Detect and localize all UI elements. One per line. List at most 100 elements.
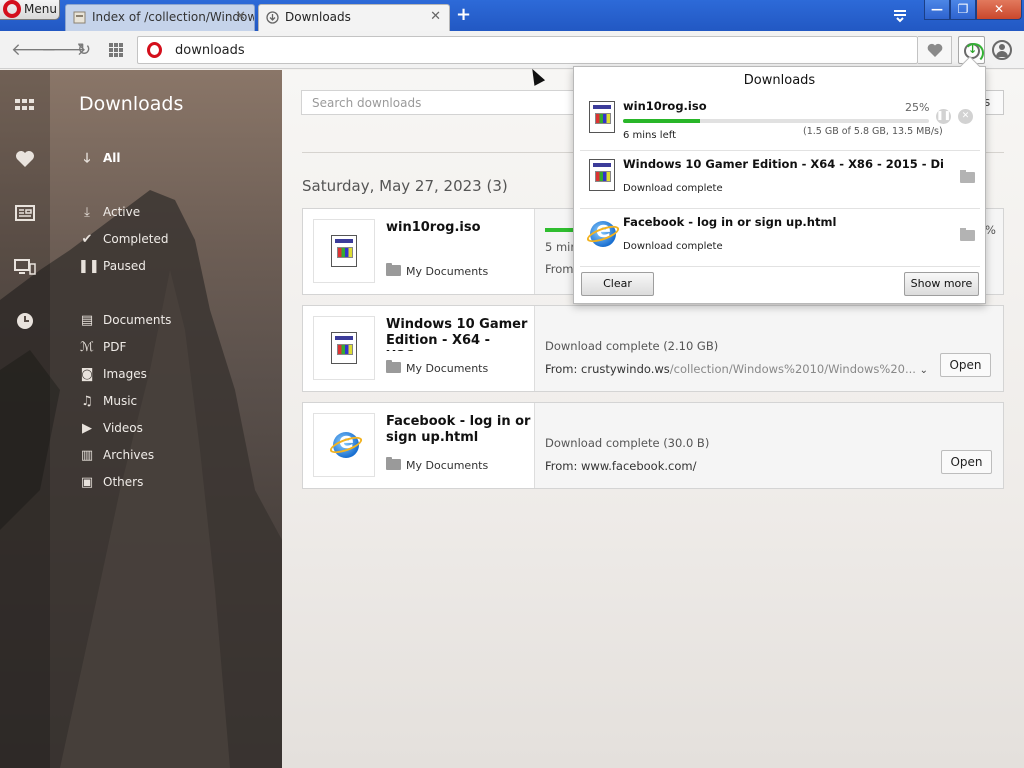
clear-button[interactable]: Clear bbox=[581, 272, 654, 296]
download-card-facebook: Facebook - log in or sign up.html My Doc… bbox=[302, 402, 1004, 489]
speed-dial-icon[interactable] bbox=[14, 96, 36, 114]
arrow-down-icon: 🡓 bbox=[83, 151, 91, 166]
filter-completed[interactable]: ✔ Completed bbox=[78, 230, 169, 248]
minimize-button[interactable]: — bbox=[924, 0, 950, 20]
date-heading: Saturday, May 27, 2023 (3) bbox=[302, 177, 508, 195]
show-in-folder-link[interactable]: My Documents bbox=[386, 360, 488, 375]
tab-downloads[interactable]: Downloads ✕ bbox=[258, 4, 450, 31]
type-label: Documents bbox=[103, 313, 172, 327]
archive-icon: ▥ bbox=[80, 448, 94, 463]
bookmark-heart-button[interactable] bbox=[918, 36, 952, 64]
new-tab-button[interactable]: + bbox=[456, 5, 471, 25]
file-thumbnail[interactable] bbox=[313, 316, 375, 380]
internet-explorer-icon bbox=[327, 429, 365, 460]
address-bar[interactable]: downloads bbox=[137, 36, 918, 64]
from-path: /collection/Windows%2010/Windows%20... bbox=[669, 362, 916, 376]
account-icon[interactable] bbox=[992, 40, 1012, 60]
source-url[interactable]: From: www.facebook.com/ bbox=[545, 459, 696, 473]
tab-label: Index of /collection/Windows bbox=[92, 10, 255, 24]
folder-icon bbox=[386, 263, 401, 276]
address-input[interactable]: downloads bbox=[175, 43, 245, 58]
page-icon bbox=[73, 11, 86, 24]
popup-item-win10rog[interactable]: win10rog.iso 25% 6 mins left (1.5 GB of … bbox=[580, 93, 980, 151]
type-pdf[interactable]: ℳ PDF bbox=[78, 338, 126, 356]
internet-explorer-icon bbox=[584, 218, 622, 249]
back-arrow-icon[interactable]: 🡐 bbox=[11, 40, 57, 60]
popup-item-windows10-gamer[interactable]: Windows 10 Gamer Edition - X64 - X86 - 2… bbox=[580, 151, 980, 209]
file-name[interactable]: Windows 10 Gamer Edition - X64 - X86... bbox=[386, 317, 531, 351]
iso-file-icon bbox=[331, 235, 357, 267]
from-label: From: bbox=[545, 362, 578, 376]
from-host: www.facebook.com/ bbox=[581, 459, 697, 473]
show-in-folder-link[interactable]: My Documents bbox=[386, 457, 488, 472]
close-tab-icon[interactable]: ✕ bbox=[430, 5, 441, 29]
download-status: Download complete (2.10 GB) bbox=[545, 339, 719, 353]
close-window-button[interactable]: ✕ bbox=[976, 0, 1022, 20]
close-tab-icon[interactable]: ✕ bbox=[235, 5, 246, 29]
filter-all[interactable]: 🡓 All bbox=[78, 149, 121, 167]
source-url[interactable]: From: crustywindo.ws/collection/Windows%… bbox=[545, 362, 928, 376]
downloads-tab-icon bbox=[266, 11, 279, 24]
filter-active[interactable]: ⤓ Active bbox=[78, 203, 140, 221]
popup-status: Download complete bbox=[623, 183, 723, 194]
card-file-info: Windows 10 Gamer Edition - X64 - X86... … bbox=[303, 306, 535, 391]
download-icon: ⤓ bbox=[84, 205, 90, 220]
download-arrow-icon: ↓ bbox=[968, 43, 978, 56]
type-music[interactable]: ♫ Music bbox=[78, 392, 137, 410]
video-icon: ▶ bbox=[82, 421, 92, 436]
heart-icon bbox=[927, 43, 943, 57]
file-name[interactable]: Facebook - log in or sign up.html bbox=[386, 414, 531, 448]
filter-paused[interactable]: ❚❚ Paused bbox=[78, 257, 146, 275]
news-icon[interactable] bbox=[14, 204, 36, 222]
from-label: From bbox=[545, 262, 574, 276]
size-text: (1.5 GB of 5.8 GB, 13.5 MB/s) bbox=[803, 126, 943, 137]
forward-arrow-icon[interactable]: 🡒 bbox=[41, 40, 87, 60]
show-more-button[interactable]: Show more bbox=[904, 272, 979, 296]
devices-icon[interactable] bbox=[14, 258, 36, 276]
percent-text: % bbox=[985, 223, 996, 237]
popup-title: Downloads bbox=[743, 73, 816, 88]
open-button[interactable]: Open bbox=[940, 353, 991, 377]
pause-icon[interactable]: ❚❚ bbox=[936, 109, 951, 124]
popup-item-facebook[interactable]: Facebook - log in or sign up.html Downlo… bbox=[580, 209, 980, 267]
show-in-folder-link[interactable]: My Documents bbox=[386, 263, 488, 278]
downloads-popup: Downloads win10rog.iso 25% 6 mins left (… bbox=[573, 56, 986, 304]
type-others[interactable]: ▣ Others bbox=[78, 473, 143, 491]
document-icon: ▤ bbox=[80, 313, 94, 328]
restore-button[interactable]: ❐ bbox=[950, 0, 976, 20]
filter-label: All bbox=[103, 151, 121, 165]
opera-logo-icon bbox=[147, 42, 162, 58]
file-name[interactable]: win10rog.iso bbox=[386, 220, 531, 236]
music-icon: ♫ bbox=[81, 394, 93, 409]
folder-icon[interactable] bbox=[960, 228, 975, 241]
opera-logo-icon bbox=[3, 0, 21, 18]
type-videos[interactable]: ▶ Videos bbox=[78, 419, 143, 437]
open-button[interactable]: Open bbox=[941, 450, 992, 474]
bookmarks-heart-icon[interactable] bbox=[14, 150, 36, 168]
opera-menu-button[interactable]: Menu bbox=[0, 0, 60, 20]
from-label: From: bbox=[545, 459, 578, 473]
popup-status: Download complete bbox=[623, 241, 723, 252]
reload-icon[interactable]: ↻ bbox=[74, 40, 94, 60]
popup-progress-bar bbox=[623, 119, 929, 123]
type-documents[interactable]: ▤ Documents bbox=[78, 311, 172, 329]
tab-index-of-collection[interactable]: Index of /collection/Windows ✕ bbox=[65, 4, 255, 31]
browser-toolbar: 🡐 🡒 ↻ downloads ↓ bbox=[0, 31, 1024, 69]
popup-file-name: win10rog.iso bbox=[623, 99, 707, 113]
chevron-down-icon[interactable]: ⌄ bbox=[920, 365, 928, 376]
type-images[interactable]: ◙ Images bbox=[78, 365, 147, 383]
type-label: Archives bbox=[103, 448, 155, 462]
speed-dial-grid-icon[interactable] bbox=[108, 42, 124, 58]
popup-progress-fill bbox=[623, 119, 700, 123]
folder-icon[interactable] bbox=[960, 170, 975, 183]
file-thumbnail[interactable] bbox=[313, 413, 375, 477]
type-label: Videos bbox=[103, 421, 143, 435]
file-icon bbox=[331, 332, 357, 364]
type-label: Others bbox=[103, 475, 144, 489]
file-thumbnail[interactable] bbox=[313, 219, 375, 283]
tab-menu-icon[interactable] bbox=[892, 7, 908, 23]
cancel-icon[interactable]: ✕ bbox=[958, 109, 973, 124]
type-archives[interactable]: ▥ Archives bbox=[78, 446, 154, 464]
history-clock-icon[interactable] bbox=[14, 312, 36, 330]
search-downloads-input[interactable]: Search downloads bbox=[301, 90, 596, 115]
